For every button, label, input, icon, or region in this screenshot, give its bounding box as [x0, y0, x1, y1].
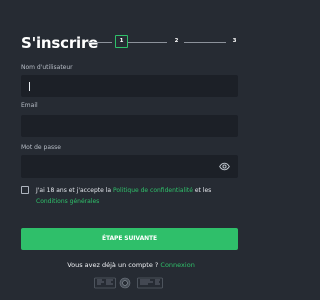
- username-input[interactable]: [21, 75, 238, 97]
- login-link[interactable]: Connexion: [160, 261, 194, 269]
- text-cursor: [29, 82, 30, 91]
- consent-prefix: J'ai 18 ans et j'accepte la: [36, 187, 113, 194]
- login-prompt: Vous avez déjà un compte ?: [67, 261, 159, 269]
- step-indicator: 1 2 3: [88, 35, 242, 49]
- terms-consent-text: J'ai 18 ans et j'accepte la Politique de…: [36, 185, 241, 207]
- eye-icon[interactable]: [219, 161, 230, 172]
- next-step-button[interactable]: ÉTAPE SUIVANTE: [21, 228, 238, 250]
- consent-middle: et les: [192, 187, 212, 194]
- step-2: 2: [174, 38, 179, 44]
- step-3: 3: [232, 38, 237, 44]
- step-line: [184, 42, 226, 43]
- email-label: Email: [21, 102, 38, 109]
- seal-badge-icon: [119, 277, 131, 289]
- email-input[interactable]: [21, 115, 238, 137]
- signup-header: S'inscrire 1 2 3: [21, 34, 242, 52]
- username-label: Nom d'utilisateur: [21, 64, 73, 71]
- checkbox-icon[interactable]: [21, 186, 29, 194]
- step-line: [128, 42, 167, 43]
- step-line: [88, 42, 112, 43]
- password-label: Mot de passe: [21, 144, 61, 151]
- page-title: S'inscrire: [21, 34, 99, 52]
- login-prompt-row: Vous avez déjà un compte ? Connexion: [0, 260, 262, 270]
- footer-badges: [94, 277, 164, 289]
- password-input[interactable]: [21, 155, 238, 178]
- step-1: 1: [115, 35, 128, 48]
- terms-consent-row: J'ai 18 ans et j'accepte la Politique de…: [21, 185, 243, 207]
- terms-conditions-link[interactable]: Conditions générales: [36, 198, 99, 205]
- responsible-gaming-badge-icon: [137, 277, 163, 289]
- privacy-policy-link[interactable]: Politique de confidentialité: [113, 187, 193, 194]
- signup-page: S'inscrire 1 2 3 Nom d'utilisateur Email…: [0, 0, 262, 300]
- certification-badge-icon: [94, 277, 116, 289]
